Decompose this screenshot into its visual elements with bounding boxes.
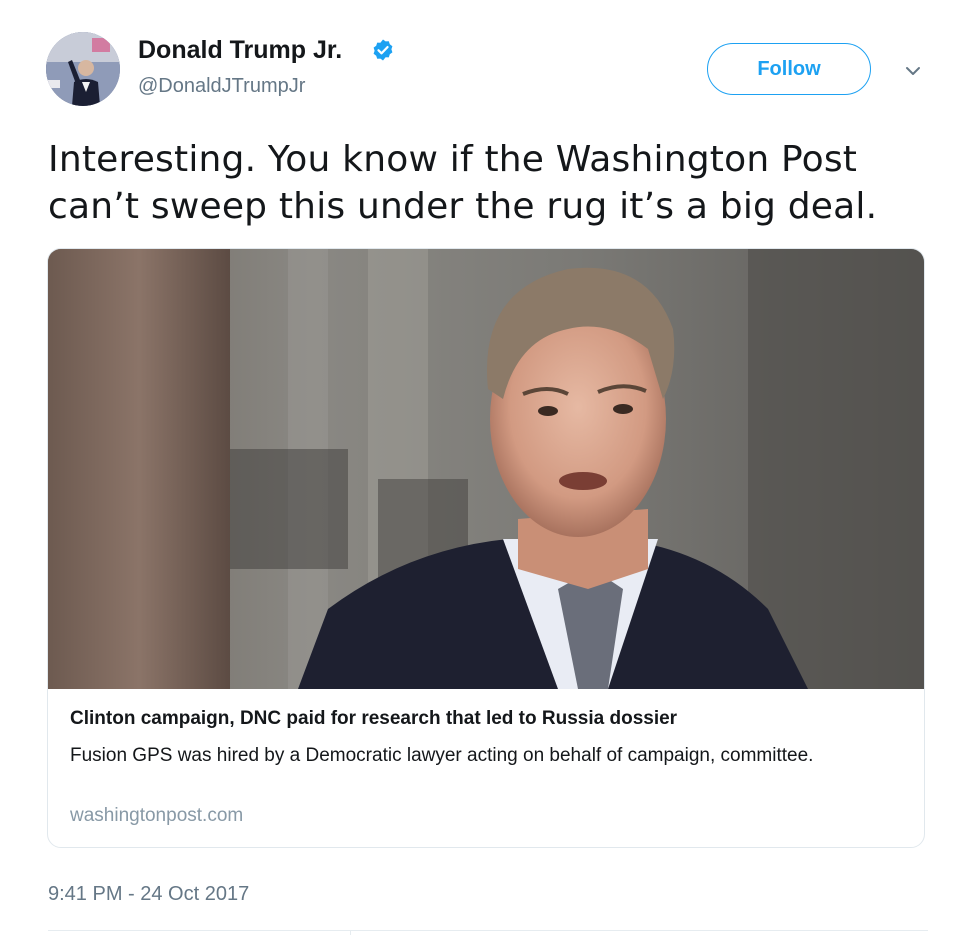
card-title: Clinton campaign, DNC paid for research …: [70, 708, 678, 729]
chevron-down-icon[interactable]: [902, 60, 924, 82]
card-image: [48, 249, 924, 689]
card-domain: washingtonpost.com: [70, 805, 244, 826]
verified-badge-icon: [371, 38, 395, 62]
divider-tick: [350, 930, 351, 935]
user-handle[interactable]: @DonaldJTrumpJr: [138, 75, 305, 98]
tweet: Donald Trump Jr. @DonaldJTrumpJr Follow …: [0, 0, 980, 935]
display-name[interactable]: Donald Trump Jr.: [138, 36, 342, 65]
tweet-text: Interesting. You know if the Washington …: [48, 139, 878, 227]
avatar-image: [46, 32, 120, 106]
follow-button[interactable]: Follow: [707, 43, 871, 95]
divider: [48, 930, 928, 931]
card-photo: [48, 249, 924, 689]
card-description: Fusion GPS was hired by a Democratic law…: [70, 745, 814, 766]
tweet-timestamp[interactable]: 9:41 PM - 24 Oct 2017: [48, 883, 249, 906]
avatar[interactable]: [46, 32, 120, 106]
link-card[interactable]: Clinton campaign, DNC paid for research …: [47, 248, 925, 848]
